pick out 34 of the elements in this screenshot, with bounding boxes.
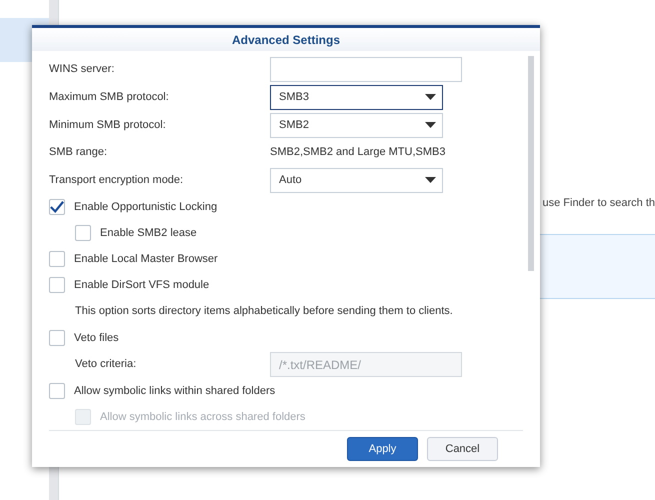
field-label: Transport encryption mode: [49, 172, 184, 188]
caret-icon [425, 122, 436, 128]
info-value: SMB2,SMB2 and Large MTU,SMB3 [270, 145, 446, 160]
checkbox-label: Veto files [74, 330, 119, 346]
checkbox[interactable] [49, 330, 65, 346]
checkbox[interactable] [75, 225, 91, 241]
text-field[interactable] [270, 57, 462, 82]
checkbox-label: Enable Local Master Browser [74, 252, 218, 267]
description-text: This option sorts directory items alphabetically before sending them to clients. [75, 304, 453, 320]
caret-icon [425, 94, 436, 100]
checkbox[interactable] [49, 251, 65, 267]
dropdown[interactable]: SMB3 [270, 84, 443, 110]
dropdown[interactable]: SMB2 [270, 112, 443, 138]
field-label: WINS server: [49, 62, 116, 78]
dropdown[interactable]: Auto [270, 168, 443, 192]
hint-text: use Finder to search th [542, 196, 655, 211]
dialog-title: Advanced Settings [232, 32, 340, 48]
field-label: SMB range: [49, 145, 108, 160]
scrollbar-thumb[interactable] [528, 56, 534, 271]
checkbox-label: Allow symbolic links within shared folders [74, 384, 276, 399]
field-label: Veto criteria: [75, 357, 138, 372]
checkbox-label: Enable DirSort VFS module [74, 278, 210, 293]
checkbox-label: Allow symbolic links across shared folders [100, 410, 306, 425]
checkbox[interactable] [49, 199, 65, 215]
checkbox-label: Enable SMB2 lease [100, 226, 197, 241]
apply-button[interactable]: Apply [347, 437, 418, 461]
checkbox-label: Enable Opportunistic Locking [74, 200, 218, 215]
cancel-button[interactable]: Cancel [427, 437, 498, 461]
checkbox[interactable] [49, 277, 65, 293]
caret-icon [425, 177, 436, 183]
field-label: Minimum SMB protocol: [49, 118, 167, 133]
checkbox[interactable] [49, 383, 65, 399]
field-label: Maximum SMB protocol: [49, 90, 170, 105]
checkmark-icon [50, 200, 64, 214]
